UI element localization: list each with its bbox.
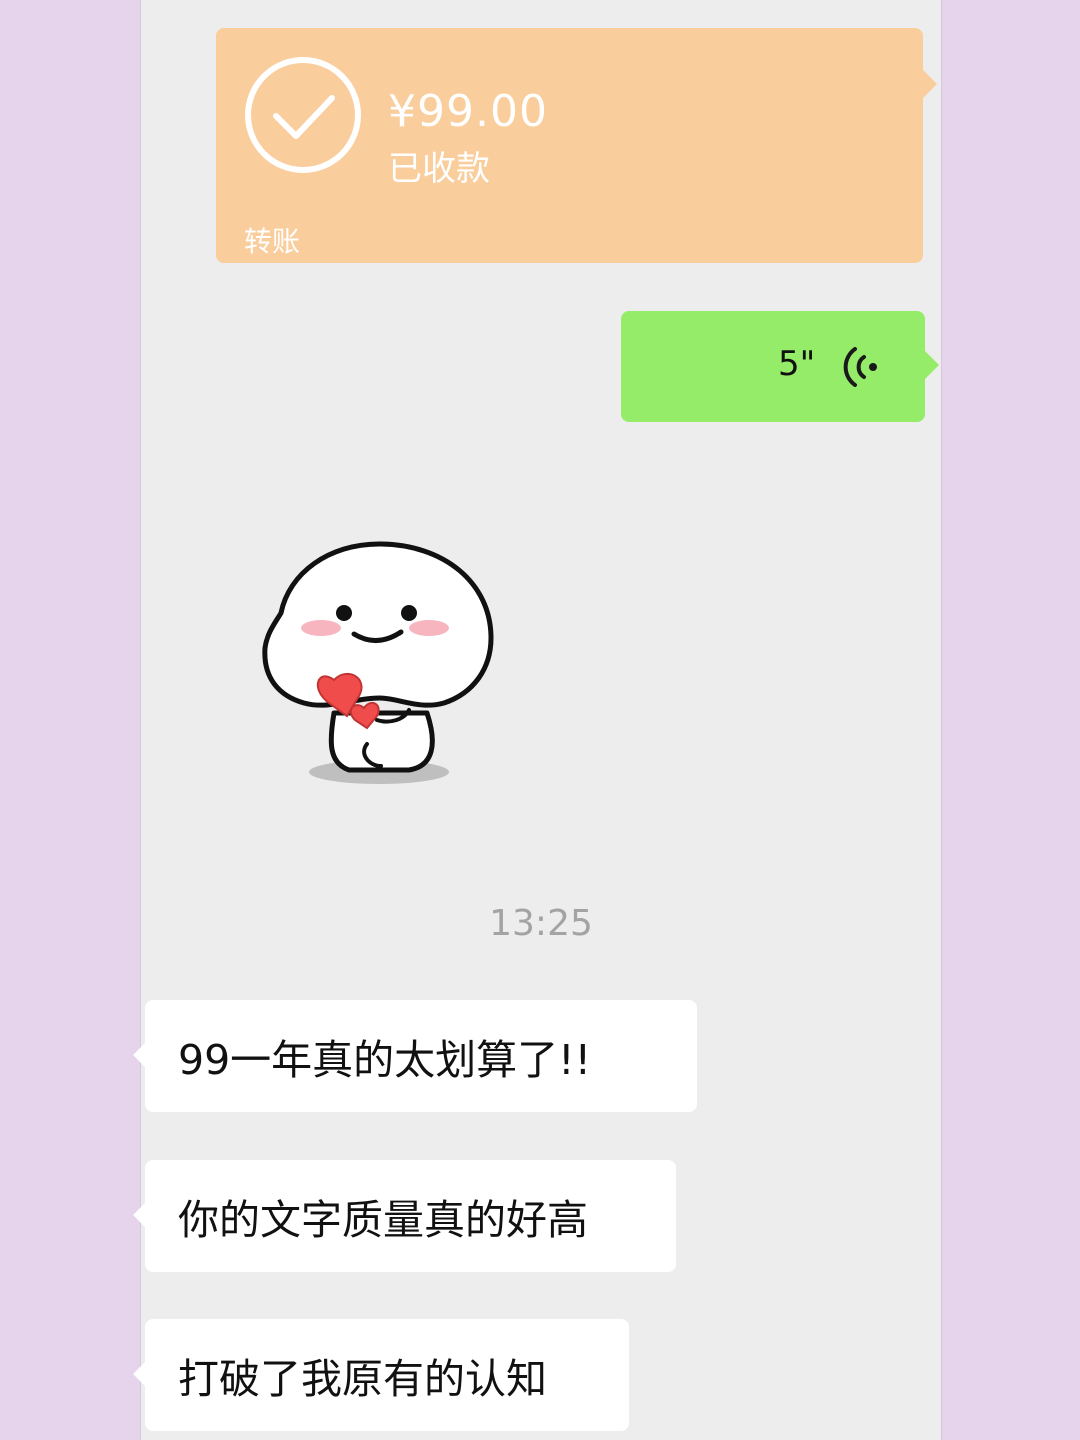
message-timestamp: 13:25 — [489, 903, 593, 944]
transfer-amount: ¥99.00 — [388, 86, 548, 137]
chat-panel: ¥99.00 已收款 转账 5" 13:25 99一年真的太划算了!! 你的文字… — [133, 0, 942, 1440]
transfer-message[interactable]: ¥99.00 已收款 转账 — [216, 28, 937, 263]
voice-message[interactable]: 5" — [621, 311, 939, 422]
smiling-character-holding-hearts-sticker[interactable] — [259, 538, 499, 793]
received-message[interactable]: 你的文字质量真的好高 — [133, 1160, 676, 1272]
transfer-label: 转账 — [244, 225, 301, 258]
received-message[interactable]: 99一年真的太划算了!! — [133, 1000, 697, 1112]
received-message[interactable]: 打破了我原有的认知 — [133, 1319, 629, 1431]
voice-wave-icon — [843, 347, 877, 387]
checkmark-circle-icon — [245, 57, 361, 173]
transfer-status: 已收款 — [388, 149, 490, 189]
voice-duration: 5" — [778, 344, 816, 384]
